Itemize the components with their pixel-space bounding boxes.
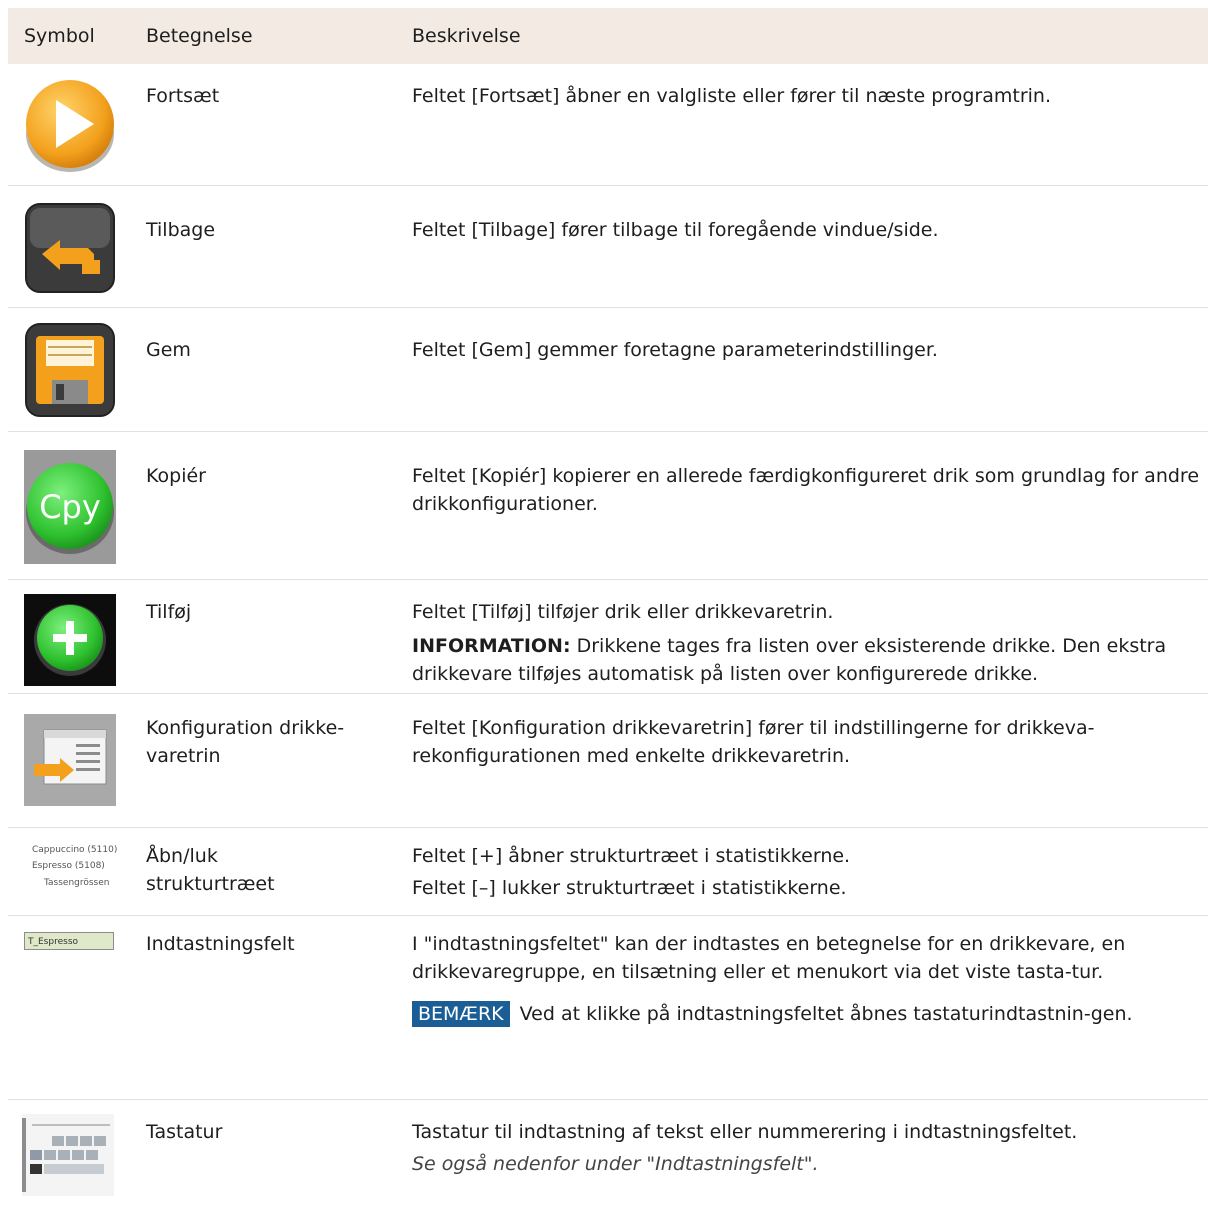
tree-icon: Cappuccino (5110) Espresso (5108) Tassen… xyxy=(22,842,118,892)
tree-line-3: Tassengrössen xyxy=(44,878,110,888)
row-description: Feltet [+] åbner strukturtræet i statist… xyxy=(412,842,1204,912)
copy-cpy-icon: Cpy xyxy=(24,450,116,568)
keyboard-icon xyxy=(22,1114,114,1200)
configuration-icon xyxy=(24,714,116,810)
table-row: T_Espresso Indtastningsfelt I "indtastni… xyxy=(8,916,1208,1100)
row-name: Indtastningsfelt xyxy=(146,933,295,955)
row-name: Konfiguration drikke-varetrin xyxy=(146,717,345,767)
tree-line-1: Cappuccino (5110) xyxy=(32,845,118,855)
row-description: Feltet [Fortsæt] åbner en valgliste elle… xyxy=(412,82,1204,120)
table-row: Tastatur Tastatur til indtastning af tek… xyxy=(8,1100,1208,1212)
row-description: Feltet [Kopiér] kopierer en allerede fær… xyxy=(412,462,1204,528)
row-description: Feltet [Tilføj] tilføjer drik eller drik… xyxy=(412,598,1204,698)
row-name: Åbn/luk strukturtræet xyxy=(146,845,275,895)
row-description-text: Feltet [+] åbner strukturtræet i statist… xyxy=(412,845,851,867)
row-name: Tilbage xyxy=(146,219,216,241)
note-badge: BEMÆRK xyxy=(412,1001,510,1027)
input-field-sample: T_Espresso xyxy=(24,932,114,950)
row-description-text: I "indtastningsfeltet" kan der indtastes… xyxy=(412,933,1126,983)
information-label: INFORMATION: xyxy=(412,635,571,657)
back-arrow-icon xyxy=(24,202,116,298)
add-plus-icon xyxy=(24,594,116,690)
row-name: Kopiér xyxy=(146,465,206,487)
row-description-text: Feltet [Fortsæt] åbner en valgliste elle… xyxy=(412,85,1051,107)
table-row: Tilføj Feltet [Tilføj] tilføjer drik ell… xyxy=(8,580,1208,694)
tree-line-2: Espresso (5108) xyxy=(32,861,105,871)
input-field-icon: T_Espresso xyxy=(24,932,114,950)
row-description-text: Feltet [Tilbage] fører tilbage til foreg… xyxy=(412,219,939,241)
table-row: Gem Feltet [Gem] gemmer foretagne parame… xyxy=(8,308,1208,432)
row-description-text: Feltet [Konfiguration drikkevaretrin] fø… xyxy=(412,717,1095,767)
table-row: Fortsæt Feltet [Fortsæt] åbner en valgli… xyxy=(8,64,1208,186)
header-description: Beskrivelse xyxy=(412,25,521,47)
row-description-text-2: Feltet [–] lukker strukturtræet i statis… xyxy=(412,877,847,899)
row-name: Tilføj xyxy=(146,601,192,623)
copy-icon-text: Cpy xyxy=(39,488,101,526)
table-row: Tilbage Feltet [Tilbage] fører tilbage t… xyxy=(8,186,1208,308)
header-name: Betegnelse xyxy=(146,25,253,47)
save-disk-icon xyxy=(24,322,116,422)
row-description-text: Feltet [Tilføj] tilføjer drik eller drik… xyxy=(412,601,834,623)
row-description: Feltet [Konfiguration drikkevaretrin] fø… xyxy=(412,714,1204,780)
table-row: Cpy Kopiér Feltet [Kopiér] kopierer en a… xyxy=(8,432,1208,580)
row-name: Tastatur xyxy=(146,1121,223,1143)
table-row: Cappuccino (5110) Espresso (5108) Tassen… xyxy=(8,828,1208,916)
row-description: Feltet [Tilbage] fører tilbage til foreg… xyxy=(412,216,1204,254)
row-name: Gem xyxy=(146,339,191,361)
row-name: Fortsæt xyxy=(146,85,220,107)
table-row: Konfiguration drikke-varetrin Feltet [Ko… xyxy=(8,694,1208,828)
row-information: INFORMATION: Drikkene tages fra listen o… xyxy=(412,632,1204,688)
symbol-table: Symbol Betegnelse Beskrivelse Fortsæt Fe… xyxy=(8,8,1208,1196)
note-text: Ved at klikke på indtastningsfeltet åbne… xyxy=(513,1003,1133,1025)
row-description: Tastatur til indtastning af tekst eller … xyxy=(412,1118,1204,1188)
header-symbol: Symbol xyxy=(24,25,95,47)
row-description-reference: Se også nedenfor under "Indtastningsfelt… xyxy=(412,1153,819,1175)
row-description-text: Feltet [Gem] gemmer foretagne parameteri… xyxy=(412,339,938,361)
row-description-text: Feltet [Kopiér] kopierer en allerede fær… xyxy=(412,465,1200,515)
row-note: BEMÆRK Ved at klikke på indtastningsfelt… xyxy=(412,1000,1204,1028)
play-icon xyxy=(22,78,118,178)
row-description: I "indtastningsfeltet" kan der indtastes… xyxy=(412,930,1204,1038)
row-description: Feltet [Gem] gemmer foretagne parameteri… xyxy=(412,336,1204,374)
table-header: Symbol Betegnelse Beskrivelse xyxy=(8,8,1208,64)
row-description-text: Tastatur til indtastning af tekst eller … xyxy=(412,1121,1078,1143)
